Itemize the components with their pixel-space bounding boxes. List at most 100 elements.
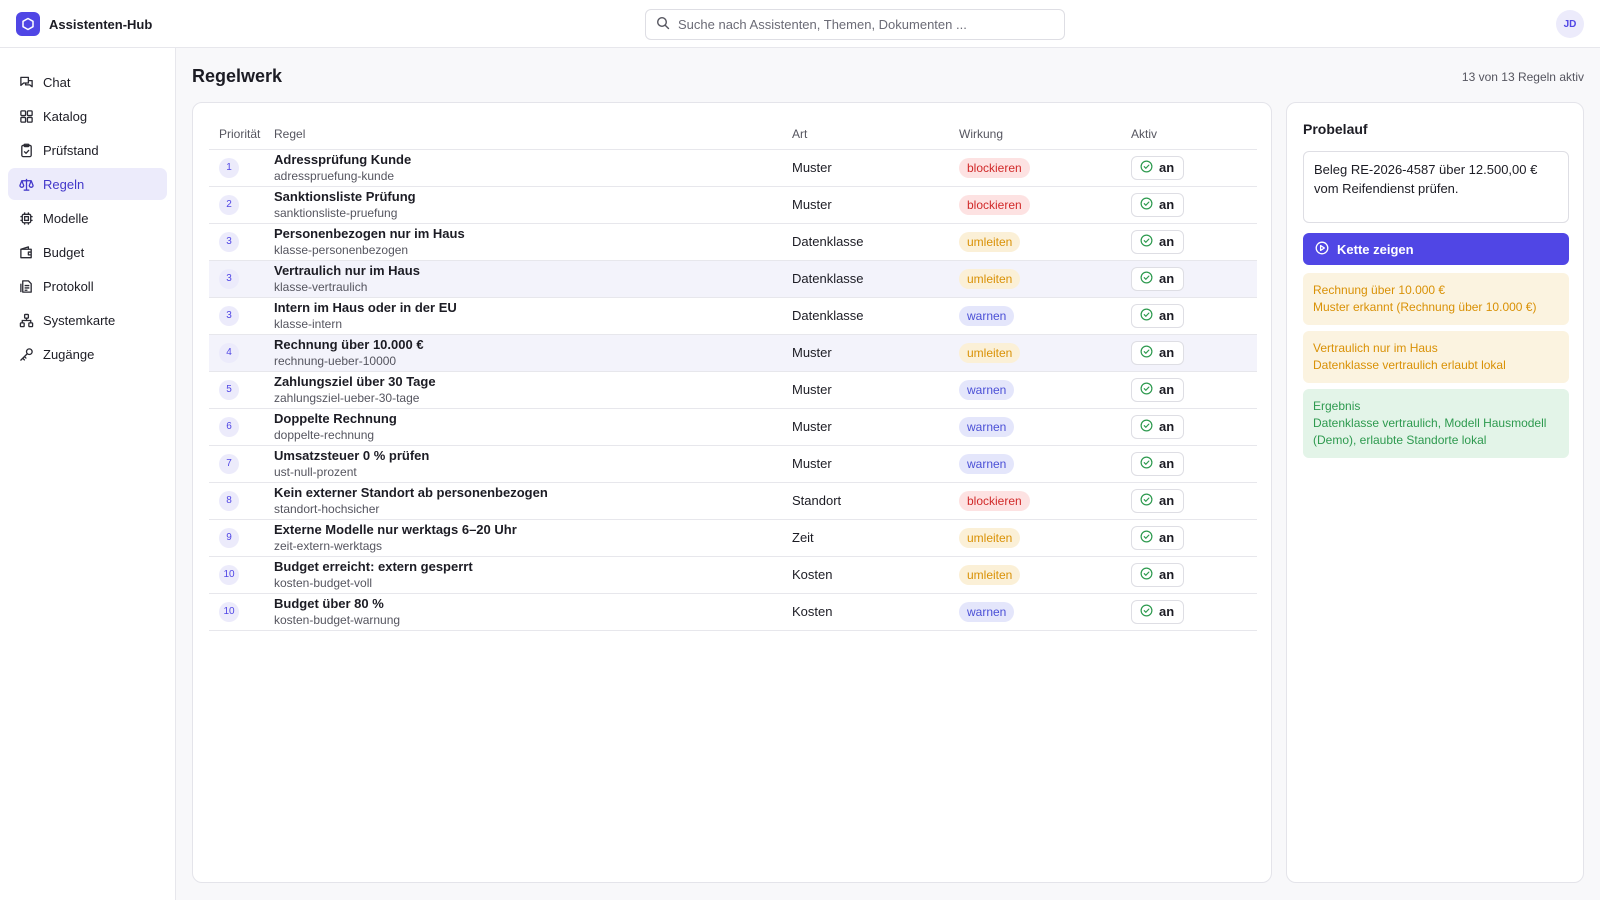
rule-type: Zeit xyxy=(792,530,814,545)
active-toggle[interactable]: an xyxy=(1131,266,1185,291)
table-row[interactable]: 10 Budget über 80 % kosten-budget-warnung K… xyxy=(209,593,1257,631)
rule-type: Datenklasse xyxy=(792,308,864,323)
brand[interactable]: Assistenten-Hub xyxy=(16,12,152,36)
table-row[interactable]: 4 Rechnung über 10.000 € rechnung-ueber-10… xyxy=(209,334,1257,372)
check-circle-icon xyxy=(1140,530,1153,546)
rule-slug: kosten-budget-warnung xyxy=(274,612,401,627)
rule-slug: zeit-extern-werktags xyxy=(274,538,383,553)
top-bar: Assistenten-Hub JD xyxy=(0,0,1600,48)
rules-table-body: 1 Adressprüfung Kunde adresspruefung-kunde… xyxy=(209,149,1257,631)
table-row[interactable]: 10 Budget erreicht: extern gesperrt kosten… xyxy=(209,556,1257,594)
table-row[interactable]: 3 Intern im Haus oder in der EU klasse-int… xyxy=(209,297,1257,335)
prio-cell: 9 xyxy=(209,519,274,557)
table-row[interactable]: 1 Adressprüfung Kunde adresspruefung-kunde… xyxy=(209,149,1257,187)
wirkung-cell: warnen xyxy=(959,593,1131,631)
sidebar-item-katalog[interactable]: Katalog xyxy=(8,100,167,132)
active-toggle[interactable]: an xyxy=(1131,229,1185,254)
active-toggle[interactable]: an xyxy=(1131,488,1185,513)
aktiv-cell: an xyxy=(1131,482,1257,520)
sidebar-item-label: Modelle xyxy=(43,210,89,226)
column-header-art[interactable]: Art xyxy=(792,119,959,150)
priority-badge: 2 xyxy=(219,194,239,215)
rule-cell: Adressprüfung Kunde adresspruefung-kunde xyxy=(274,149,792,187)
table-row[interactable]: 5 Zahlungsziel über 30 Tage zahlungsziel-u… xyxy=(209,371,1257,409)
active-toggle[interactable]: an xyxy=(1131,377,1185,402)
probe-input[interactable] xyxy=(1303,151,1569,223)
clipboard-check-icon xyxy=(18,142,34,158)
table-row[interactable]: 2 Sanktionsliste Prüfung sanktionsliste-pr… xyxy=(209,186,1257,224)
rules-card: Priorität Regel Art Wirkung Aktiv 1 Adres… xyxy=(192,102,1272,883)
table-row[interactable]: 9 Externe Modelle nur werktags 6–20 Uhr ze… xyxy=(209,519,1257,557)
rule-cell: Intern im Haus oder in der EU klasse-inte… xyxy=(274,297,792,335)
column-header-wirkung[interactable]: Wirkung xyxy=(959,119,1131,150)
show-chain-button[interactable]: Kette zeigen xyxy=(1303,233,1569,265)
key-icon xyxy=(18,346,34,362)
active-toggle-label: an xyxy=(1159,197,1175,212)
check-circle-icon xyxy=(1140,567,1153,583)
column-header-rule[interactable]: Regel xyxy=(274,119,792,150)
prio-cell: 2 xyxy=(209,186,274,224)
sidebar-item-label: Regeln xyxy=(43,176,85,192)
column-header-aktiv[interactable]: Aktiv xyxy=(1131,119,1257,150)
prio-cell: 3 xyxy=(209,260,274,298)
sidebar-item-chat[interactable]: Chat xyxy=(8,66,167,98)
rule-type: Muster xyxy=(792,419,832,434)
active-toggle[interactable]: an xyxy=(1131,303,1185,328)
active-toggle[interactable]: an xyxy=(1131,340,1185,365)
search-box[interactable] xyxy=(645,9,1065,40)
active-toggle[interactable]: an xyxy=(1131,599,1185,624)
rule-title: Sanktionsliste Prüfung xyxy=(274,188,416,204)
sidebar-item-pruefstand[interactable]: Prüfstand xyxy=(8,134,167,166)
art-cell: Muster xyxy=(792,334,959,372)
active-toggle-label: an xyxy=(1159,530,1175,545)
rule-type: Muster xyxy=(792,160,832,175)
aktiv-cell: an xyxy=(1131,334,1257,372)
active-toggle[interactable]: an xyxy=(1131,192,1185,217)
rule-title: Adressprüfung Kunde xyxy=(274,151,412,167)
rule-slug: sanktionsliste-pruefung xyxy=(274,205,398,220)
wirkung-cell: warnen xyxy=(959,371,1131,409)
rule-slug: rechnung-ueber-10000 xyxy=(274,353,397,368)
sidebar-item-modelle[interactable]: Modelle xyxy=(8,202,167,234)
check-circle-icon xyxy=(1140,493,1153,509)
sidebar-item-budget[interactable]: Budget xyxy=(8,236,167,268)
rule-title: Kein externer Standort ab personenbezoge… xyxy=(274,484,548,500)
table-row[interactable]: 8 Kein externer Standort ab personenbezog… xyxy=(209,482,1257,520)
search-input[interactable] xyxy=(678,17,1048,32)
wirkung-cell: umleiten xyxy=(959,519,1131,557)
chain-result-text: Datenklasse vertraulich, Modell Hausmode… xyxy=(1313,416,1547,447)
active-toggle[interactable]: an xyxy=(1131,562,1185,587)
active-toggle[interactable]: an xyxy=(1131,525,1185,550)
hexagon-logo-icon xyxy=(16,12,40,36)
active-toggle-label: an xyxy=(1159,456,1175,471)
sidebar-item-protokoll[interactable]: Protokoll xyxy=(8,270,167,302)
active-toggle[interactable]: an xyxy=(1131,155,1185,180)
active-toggle-label: an xyxy=(1159,493,1175,508)
effect-badge: warnen xyxy=(959,379,1015,400)
sidebar-item-zugaenge[interactable]: Zugänge xyxy=(8,338,167,370)
table-row[interactable]: 6 Doppelte Rechnung doppelte-rechnung Muste… xyxy=(209,408,1257,446)
table-row[interactable]: 3 Vertraulich nur im Haus klasse-vertrauli… xyxy=(209,260,1257,298)
check-circle-icon xyxy=(1140,160,1153,176)
table-row[interactable]: 3 Personenbezogen nur im Haus klasse-perso… xyxy=(209,223,1257,261)
effect-badge: umleiten xyxy=(959,527,1021,548)
wallet-icon xyxy=(18,244,34,260)
check-circle-icon xyxy=(1140,271,1153,287)
active-toggle[interactable]: an xyxy=(1131,414,1185,439)
rule-slug: doppelte-rechnung xyxy=(274,427,375,442)
rule-cell: Budget erreicht: extern gesperrt kosten-b… xyxy=(274,556,792,594)
table-row[interactable]: 7 Umsatzsteuer 0 % prüfen ust-null-prozent… xyxy=(209,445,1257,483)
active-toggle[interactable]: an xyxy=(1131,451,1185,476)
log-icon xyxy=(18,278,34,294)
show-chain-label: Kette zeigen xyxy=(1337,241,1414,257)
sidebar-item-regeln[interactable]: Regeln xyxy=(8,168,167,200)
priority-badge: 5 xyxy=(219,379,239,400)
rule-slug: zahlungsziel-ueber-30-tage xyxy=(274,390,420,405)
rule-title: Personenbezogen nur im Haus xyxy=(274,225,465,241)
sidebar-item-systemkarte[interactable]: Systemkarte xyxy=(8,304,167,336)
column-header-prio[interactable]: Priorität xyxy=(209,119,274,150)
user-avatar[interactable]: JD xyxy=(1556,10,1584,38)
rule-type: Datenklasse xyxy=(792,271,864,286)
check-circle-icon xyxy=(1140,419,1153,435)
active-toggle-label: an xyxy=(1159,234,1175,249)
